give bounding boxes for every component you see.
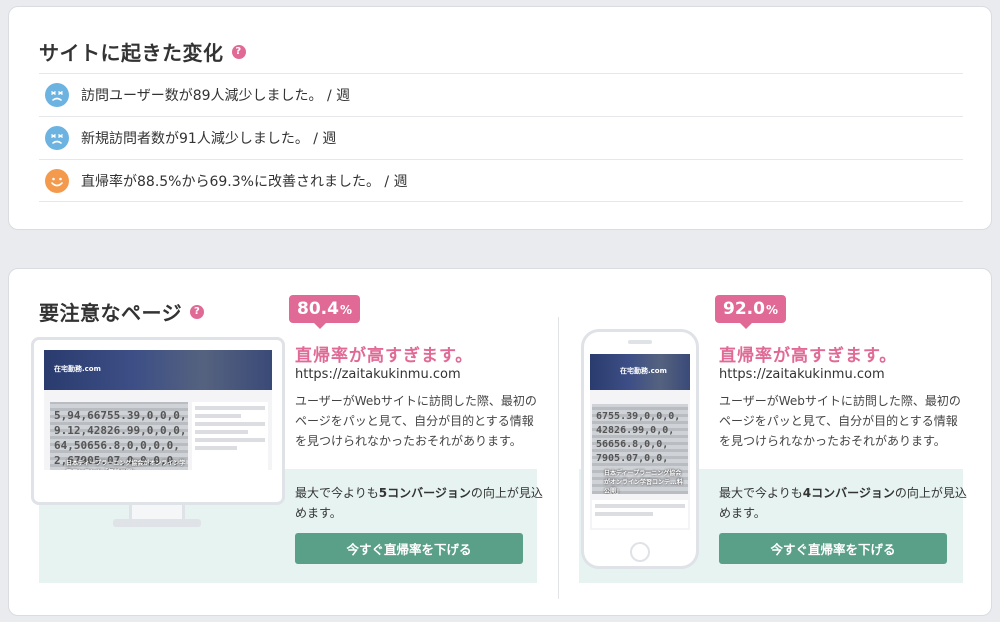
preview-header: 在宅勤務.com [44, 350, 272, 390]
list-item: 新規訪問者数が91人減少しました。 / 週 [39, 116, 963, 159]
bounce-description: ユーザーがWebサイトに訪問した際、最初のページをパッと見て、自分が目的とする情… [295, 394, 537, 448]
lower-bounce-rate-button[interactable]: 今すぐ直帰率を下げる [719, 533, 947, 564]
list-item: 訪問ユーザー数が89人減少しました。 / 週 [39, 73, 963, 116]
bounce-alert-title: 直帰率が高すぎます。 [295, 346, 474, 366]
home-button-icon [630, 542, 650, 562]
page-url[interactable]: https://zaitakukinmu.com [295, 367, 461, 382]
bounce-rate-unit: % [339, 303, 352, 317]
preview-hero-image: 6755.39,0,0,0, 42826.99,0,0, 56656.8,0,0… [592, 404, 688, 494]
attention-pages-title: 要注意なページ ? [39, 297, 205, 326]
attention-pages-card: 要注意なページ ? 在宅勤務.com 5,94,66755.39,0,0,0, … [8, 268, 992, 616]
preview-header: 在宅勤務.com [590, 354, 690, 390]
preview-logo: 在宅勤務.com [54, 365, 101, 373]
desktop-preview[interactable]: 在宅勤務.com 5,94,66755.39,0,0,0, 9.12,42826… [31, 337, 285, 505]
happy-face-icon [45, 168, 69, 193]
conversion-message: 最大で今よりも5コンバージョンの向上が見込めます。 [295, 486, 543, 520]
sad-face-icon [45, 83, 69, 107]
lower-bounce-rate-button[interactable]: 今すぐ直帰率を下げる [295, 533, 523, 564]
divider [558, 317, 559, 599]
bounce-rate-unit: % [765, 303, 778, 317]
help-icon[interactable]: ? [190, 304, 205, 319]
preview-hero-image: 5,94,66755.39,0,0,0, 9.12,42826.99,0,0,0… [50, 402, 188, 470]
preview-sidebar [192, 402, 268, 470]
page-url[interactable]: https://zaitakukinmu.com [719, 367, 885, 382]
mobile-preview[interactable]: 在宅勤務.com 6755.39,0,0,0, 42826.99,0,0, 56… [581, 329, 699, 569]
preview-digits: 6755.39,0,0,0, 42826.99,0,0, 56656.8,0,0… [596, 411, 681, 464]
monitor-base [113, 519, 201, 527]
bounce-rate-value: 92.0 [723, 299, 765, 319]
preview-logo: 在宅勤務.com [620, 367, 667, 375]
change-text: 訪問ユーザー数が89人減少しました。 / 週 [81, 88, 351, 104]
phone-speaker [628, 340, 652, 344]
site-changes-title: サイトに起きた変化 ? [39, 37, 246, 66]
bounce-rate-value: 80.4 [297, 299, 339, 319]
sad-face-icon [45, 126, 69, 150]
bounce-rate-badge: 80.4% [289, 295, 360, 329]
site-changes-title-text: サイトに起きた変化 [39, 41, 224, 65]
bounce-description: ユーザーがWebサイトに訪問した際、最初のページをパッと見て、自分が目的とする情… [719, 394, 961, 448]
change-text: 直帰率が88.5%から69.3%に改善されました。 / 週 [81, 173, 408, 190]
bounce-alert-title: 直帰率が高すぎます。 [719, 346, 898, 366]
change-list: 訪問ユーザー数が89人減少しました。 / 週 新規訪問者数が91人減少しました。… [39, 73, 963, 202]
preview-caption: 日本ディープラーニング協会がオンライン学習コンテンツ「無料公開」 [66, 460, 186, 470]
preview-list [592, 500, 688, 528]
attention-pages-title-text: 要注意なページ [39, 301, 183, 325]
help-icon[interactable]: ? [231, 44, 246, 59]
mobile-screenshot: 在宅勤務.com 6755.39,0,0,0, 42826.99,0,0, 56… [590, 354, 690, 530]
site-changes-card: サイトに起きた変化 ? 訪問ユーザー数が89人減少しました。 / 週 新規訪問者… [8, 6, 992, 230]
conversion-message: 最大で今よりも4コンバージョンの向上が見込めます。 [719, 486, 967, 520]
bounce-rate-badge: 92.0% [715, 295, 786, 329]
list-item: 直帰率が88.5%から69.3%に改善されました。 / 週 [39, 159, 963, 202]
desktop-screenshot: 在宅勤務.com 5,94,66755.39,0,0,0, 9.12,42826… [44, 350, 272, 470]
preview-caption: 日本ディープラーニング協会がオンライン学習コンテ...料公開」 [604, 470, 683, 494]
change-text: 新規訪問者数が91人減少しました。 / 週 [81, 131, 337, 147]
